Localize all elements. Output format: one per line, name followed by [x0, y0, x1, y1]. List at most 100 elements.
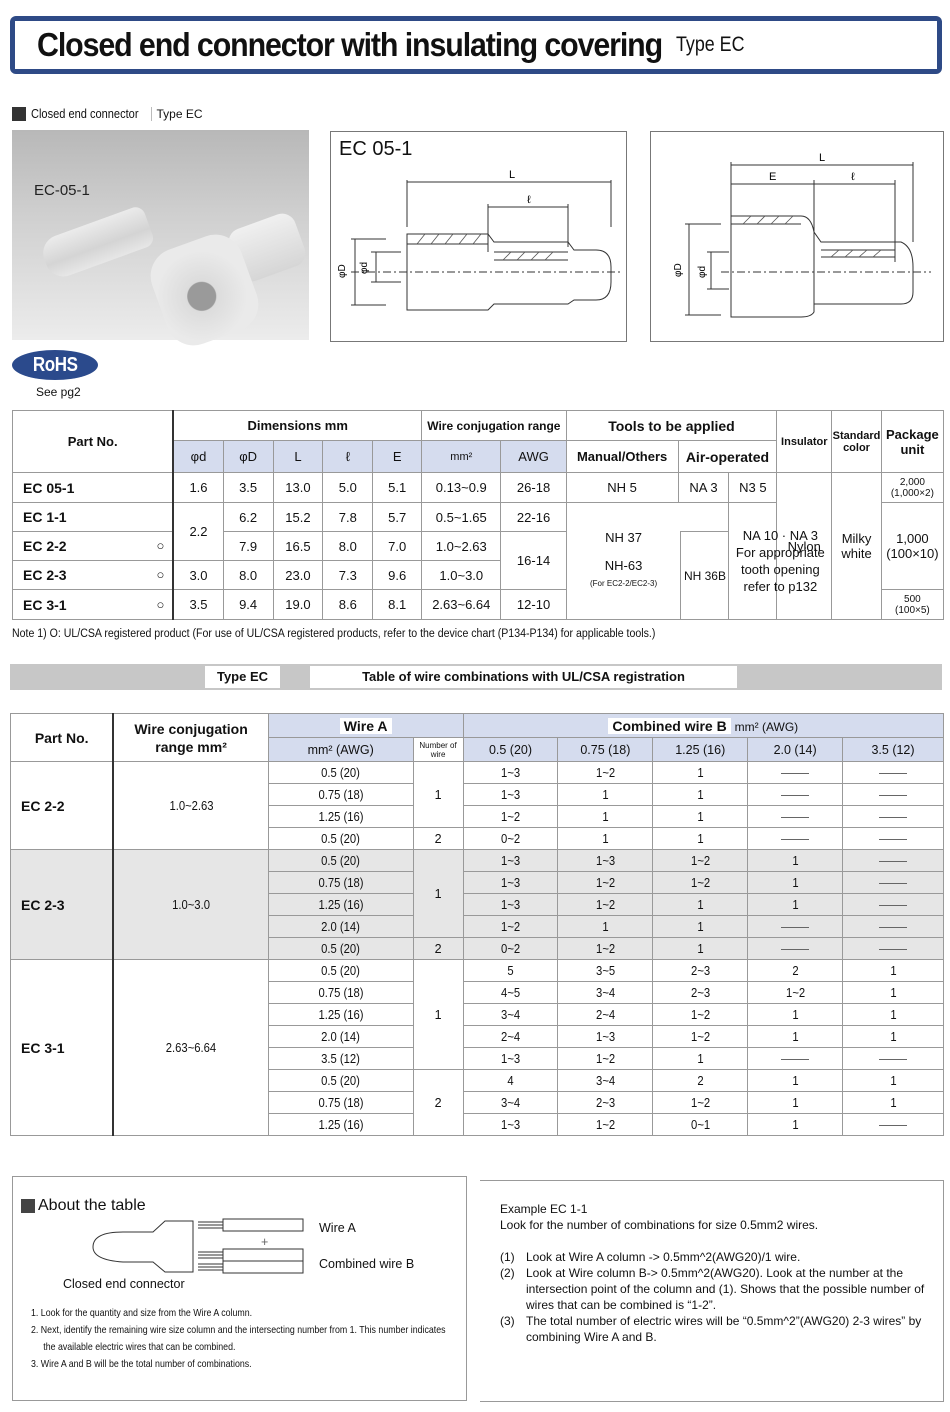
combo-cell: 1: [747, 849, 844, 872]
combo-cell: [842, 849, 944, 872]
header-E: E: [372, 440, 423, 473]
dim-l: ℓ: [851, 171, 855, 183]
combo-header-part-no: Part No.: [10, 713, 114, 762]
dim-L: L: [509, 169, 515, 181]
rohs-badge: RoHS: [12, 350, 98, 380]
combo-cell: 0~2: [462, 937, 559, 960]
combo-cell: [747, 1047, 844, 1070]
combo-cell: [842, 783, 944, 806]
combo-header-b-col: 1.25 (16): [652, 737, 749, 762]
combo-cell: 2~4: [557, 1003, 654, 1026]
combined-wire-b-label: Combined wire B: [319, 1257, 415, 1271]
combo-cell: 0~1: [652, 1113, 749, 1136]
rohs-note: See pg2: [36, 385, 81, 399]
header-phi-d: φd: [172, 440, 224, 473]
combo-cell: 1~3: [462, 1047, 559, 1070]
combo-cell: 1~2: [747, 981, 844, 1004]
combo-cell: 0~2: [462, 827, 559, 850]
combo-cell: [747, 827, 844, 850]
combo-header-b-col: 2.0 (14): [747, 737, 844, 762]
page-subtitle: Type EC: [676, 33, 745, 56]
wire-a-size: 1.25 (16): [267, 1113, 414, 1136]
combo-cell: [842, 937, 944, 960]
wire-a-size: 3.5 (12): [267, 1047, 414, 1070]
wire-a-size: 0.75 (18): [267, 981, 414, 1004]
combo-cell: 1: [842, 1069, 944, 1092]
square-bullet-icon: [12, 106, 26, 121]
title-banner: Closed end connector with insulating cov…: [10, 16, 942, 74]
wire-a-size: 2.0 (14): [267, 1025, 414, 1048]
combo-cell: [842, 915, 944, 938]
dash-mark: [781, 838, 810, 840]
wire-a-size: 0.5 (20): [267, 959, 414, 982]
combo-cell: 1: [842, 1003, 944, 1026]
combo-header-range: Wire conjugation range mm²: [112, 713, 269, 762]
dash-mark: [879, 948, 908, 950]
dash-mark: [781, 1058, 810, 1060]
combo-title: Table of wire combinations with UL/CSA r…: [310, 666, 737, 688]
dimension-drawing-2: L E ℓ φD φd: [673, 152, 931, 318]
product-photo: EC-05-1: [12, 130, 310, 354]
combo-cell: 1: [557, 783, 654, 806]
combo-cell: [842, 827, 944, 850]
wire-a-size: 0.5 (20): [267, 1069, 414, 1092]
dash-mark: [781, 816, 810, 818]
combo-cell: 1~2: [557, 871, 654, 894]
combo-cell: 5: [462, 959, 559, 982]
combo-cell: 1: [652, 937, 749, 960]
wire-a-count: 1: [412, 959, 464, 1070]
dim-E: E: [769, 171, 776, 183]
header-mm2: mm²: [421, 440, 502, 473]
header-tools: Tools to be applied: [565, 410, 778, 441]
combo-range: 2.63~6.64: [112, 959, 269, 1136]
dash-mark: [879, 816, 908, 818]
combo-header-b-col: 0.75 (18): [557, 737, 654, 762]
table-row: EC 1-1 2.2 6.2 15.2 7.8 5.7 0.5~1.65 22-16 N…: [12, 502, 945, 620]
wire-a-size: 0.5 (20): [267, 937, 414, 960]
combo-cell: 1~2: [462, 915, 559, 938]
color-value: Milky white: [831, 472, 882, 620]
header-awg: AWG: [500, 440, 567, 473]
combo-cell: 1~3: [462, 761, 559, 784]
header-insulator: Insulator: [776, 410, 833, 473]
example-item: (2) Look at Wire column B-> 0.5mm^2(AWG20…: [500, 1266, 925, 1312]
wire-a-size: 0.75 (18): [267, 1091, 414, 1114]
table-row: EC 05-1 1.6 3.5 13.0 5.0 5.1 0.13~0.9 26-18 …: [12, 472, 945, 620]
combo-type-label: Type EC: [205, 666, 280, 688]
dash-mark: [781, 926, 810, 928]
ul-mark: ○: [156, 567, 165, 582]
combo-banner: Type EC Table of wire combinations with …: [10, 664, 942, 690]
combo-cell: 3~4: [557, 981, 654, 1004]
combo-cell: 1: [747, 893, 844, 916]
combo-cell: 1: [747, 1003, 844, 1026]
dimension-drawing-1: L ℓ φD φd: [337, 169, 621, 311]
wire-a-size: 0.5 (20): [267, 827, 414, 850]
wire-a-size: 1.25 (16): [267, 805, 414, 828]
combo-header-b-col: 3.5 (12): [842, 737, 944, 762]
about-table-box: About the table Wire A + Combined wire B…: [12, 1176, 467, 1401]
combo-cell: [842, 805, 944, 828]
dash-mark: [879, 1058, 908, 1060]
combo-cell: 1: [842, 1025, 944, 1048]
combo-cell: 1: [747, 1113, 844, 1136]
wire-a-size: 1.25 (16): [267, 1003, 414, 1026]
dash-mark: [879, 772, 908, 774]
table-row: EC 3-1 2.63~6.64 0.5 (20) 1 5 3~5 2~3 2 1: [10, 959, 944, 1136]
combo-cell: 1: [557, 827, 654, 850]
combo-cell: 1~3: [462, 783, 559, 806]
wire-a-size: 2.0 (14): [267, 915, 414, 938]
combination-table: Part No. Wire conjugation range mm² Wire…: [10, 713, 945, 1136]
combo-cell: 1~2: [652, 871, 749, 894]
combo-cell: 1: [652, 893, 749, 916]
combo-cell: 4~5: [462, 981, 559, 1004]
dash-mark: [879, 904, 908, 906]
combo-cell: 1~3: [557, 849, 654, 872]
header-standard-color: Standard color: [831, 410, 882, 473]
combo-header-wire-a: Wire A: [267, 713, 464, 738]
combo-cell: 1~2: [557, 761, 654, 784]
wire-a-size: 0.5 (20): [267, 849, 414, 872]
combo-cell: 1~2: [652, 1091, 749, 1114]
combo-header-num-wire: Number of wire: [412, 737, 464, 762]
combo-cell: 1: [652, 783, 749, 806]
combo-cell: 1: [557, 805, 654, 828]
